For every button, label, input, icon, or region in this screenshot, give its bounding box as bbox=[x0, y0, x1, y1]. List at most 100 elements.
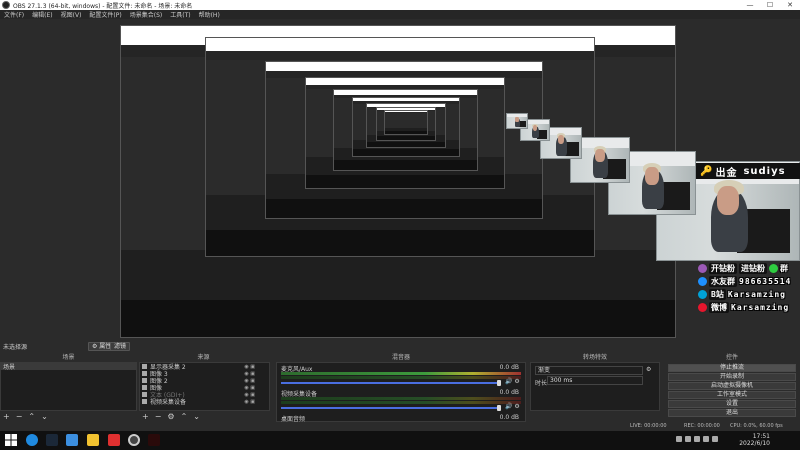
audio-meter bbox=[281, 401, 521, 404]
virtual-camera-button[interactable]: 启动虚拟摄像机 bbox=[668, 382, 796, 390]
steam-icon[interactable] bbox=[46, 434, 58, 446]
app-icon[interactable] bbox=[66, 434, 78, 446]
source-item[interactable]: 视频采集设备 ◉ ▣ bbox=[140, 398, 269, 406]
move-scene-down-button[interactable]: ⌄ bbox=[41, 412, 48, 421]
studio-mode-button[interactable]: 工作室模式 bbox=[668, 391, 796, 399]
menu-edit[interactable]: 编辑(E) bbox=[32, 10, 52, 19]
edge-icon[interactable] bbox=[26, 434, 38, 446]
status-bar: LIVE: 00:00:00 REC: 00:00:00 CPU: 0.0%, … bbox=[0, 422, 800, 431]
title-bar: OBS 27.1.3 (64-bit, windows) - 配置文件: 未命名… bbox=[0, 0, 800, 10]
transition-settings-icon[interactable]: ⚙ bbox=[646, 366, 651, 373]
fans-extra: 群 bbox=[780, 263, 789, 273]
tray-icon[interactable] bbox=[712, 436, 718, 442]
tray-icon[interactable] bbox=[703, 436, 709, 442]
windows-start-icon[interactable] bbox=[5, 434, 17, 446]
tray-icon[interactable] bbox=[676, 436, 682, 442]
volume-slider[interactable] bbox=[281, 407, 499, 409]
eye-icon[interactable]: ◉ ▣ bbox=[244, 371, 255, 377]
volume-slider[interactable] bbox=[281, 382, 499, 384]
folder-icon[interactable] bbox=[87, 434, 99, 446]
social-overlay: 开钻粉 进钻粉 群 水友群 986635514 B站 Karsamzing 微博… bbox=[698, 262, 800, 314]
eye-icon[interactable]: ◉ ▣ bbox=[244, 378, 255, 384]
sources-footer: + − ⚙ ⌃ ⌄ bbox=[139, 411, 203, 421]
bilibili-icon bbox=[698, 289, 707, 299]
unselected-source-label: 未选择源 bbox=[3, 344, 28, 351]
volume-knob[interactable] bbox=[497, 380, 501, 386]
menu-tools[interactable]: 工具(T) bbox=[170, 10, 190, 19]
weibo-value: Karsamzing bbox=[731, 302, 790, 312]
move-source-down-button[interactable]: ⌄ bbox=[193, 412, 200, 421]
social-row-qq: 水友群 986635514 bbox=[698, 275, 800, 287]
transitions-title: 转场特效 bbox=[582, 354, 607, 361]
menu-help[interactable]: 帮助(H) bbox=[199, 10, 220, 19]
audio-meter bbox=[281, 372, 521, 375]
key-icon: 🔑 bbox=[700, 165, 713, 177]
volume-knob[interactable] bbox=[497, 405, 501, 411]
scenes-title: 场景 bbox=[62, 354, 75, 361]
move-scene-up-button[interactable]: ⌃ bbox=[28, 412, 35, 421]
mixer-track-db: 0.0 dB bbox=[499, 389, 519, 396]
system-tray bbox=[673, 436, 718, 442]
qq-value: 986635514 bbox=[739, 276, 792, 286]
menu-view[interactable]: 视图(V) bbox=[61, 10, 82, 19]
weibo-label: 微博 bbox=[709, 301, 729, 313]
settings-button[interactable]: 设置 bbox=[668, 400, 796, 408]
maximize-button[interactable]: ☐ bbox=[760, 0, 780, 10]
app-red-icon[interactable] bbox=[108, 434, 120, 446]
add-source-button[interactable]: + bbox=[142, 412, 149, 421]
social-row-weibo: 微博 Karsamzing bbox=[698, 301, 800, 313]
webcam-feed bbox=[506, 113, 528, 129]
mixer-track-db: 0.0 dB bbox=[499, 414, 519, 421]
menu-scene-collection[interactable]: 场景集合(S) bbox=[130, 10, 163, 19]
minimize-button[interactable]: — bbox=[740, 0, 760, 10]
fans-icon bbox=[698, 263, 707, 273]
scenes-footer: + − ⌃ ⌄ bbox=[0, 411, 51, 421]
eye-icon[interactable]: ◉ ▣ bbox=[244, 399, 255, 405]
image-icon bbox=[142, 378, 147, 383]
tray-icon[interactable] bbox=[694, 436, 700, 442]
sources-list[interactable]: 显示器采集 2 ◉ ▣ 图像 3 ◉ ▣ 图像 2 ◉ ▣ 图像 ◉ ▣ 文本 (GDI… bbox=[139, 362, 270, 411]
start-recording-button[interactable]: 开始录制 bbox=[668, 373, 796, 381]
fans-value: 进钻粉 bbox=[739, 262, 767, 274]
audio-mixer: 麦克风/Aux 0.0 dB 🔊 ⚙ 视频采集设备 0.0 dB 🔊 ⚙ 桌面音… bbox=[276, 362, 526, 423]
filters-button[interactable]: 滤镜 bbox=[110, 342, 131, 351]
mixer-title: 混音器 bbox=[391, 354, 410, 361]
image-icon bbox=[142, 371, 147, 376]
menu-file[interactable]: 文件(F) bbox=[4, 10, 24, 19]
duration-input[interactable]: 300 ms bbox=[547, 376, 643, 385]
eye-icon[interactable]: ◉ ▣ bbox=[244, 392, 255, 398]
menu-profile[interactable]: 配置文件(P) bbox=[89, 10, 121, 19]
remove-source-button[interactable]: − bbox=[155, 412, 162, 421]
audio-meter bbox=[281, 397, 521, 400]
preview-canvas[interactable]: 🔑 出金 sudiys 开钻粉 进钻粉 群 水友群 986635514 B站 K… bbox=[0, 19, 800, 340]
move-source-up-button[interactable]: ⌃ bbox=[181, 412, 188, 421]
text-icon bbox=[142, 392, 147, 397]
monitor-icon bbox=[142, 364, 147, 369]
source-toolbar: 未选择源 ⚙ 属性 滤镜 bbox=[0, 341, 800, 352]
taskbar-clock[interactable]: 17:51 2022/6/10 bbox=[739, 433, 770, 447]
live-status: LIVE: 00:00:00 bbox=[630, 423, 667, 429]
remove-scene-button[interactable]: − bbox=[16, 412, 23, 421]
bilibili-value: Karsamzing bbox=[727, 289, 786, 299]
speaker-icon[interactable]: 🔊 ⚙ bbox=[505, 403, 520, 410]
eye-icon[interactable]: ◉ ▣ bbox=[244, 385, 255, 391]
obs-taskbar-icon[interactable] bbox=[128, 434, 140, 446]
cpu-status: CPU: 0.0%, 60.00 fps bbox=[730, 423, 783, 429]
source-settings-icon[interactable]: ⚙ bbox=[167, 412, 174, 421]
transition-select[interactable]: 渐变 bbox=[535, 366, 643, 375]
window-title: OBS 27.1.3 (64-bit, windows) - 配置文件: 未命名… bbox=[13, 2, 193, 10]
eye-icon[interactable]: ◉ ▣ bbox=[244, 364, 255, 370]
close-button[interactable]: ✕ bbox=[780, 0, 800, 10]
scenes-list[interactable]: 场景 bbox=[0, 362, 137, 411]
speaker-icon[interactable]: 🔊 ⚙ bbox=[505, 378, 520, 385]
camera-icon bbox=[142, 399, 147, 404]
add-scene-button[interactable]: + bbox=[3, 412, 10, 421]
app-dark-icon[interactable] bbox=[148, 434, 160, 446]
rec-status: REC: 00:00:00 bbox=[684, 423, 720, 429]
scene-item[interactable]: 场景 bbox=[1, 363, 136, 371]
sources-title: 来源 bbox=[197, 354, 210, 361]
tray-icon[interactable] bbox=[685, 436, 691, 442]
stop-streaming-button[interactable]: 停止推流 bbox=[668, 364, 796, 372]
exit-button[interactable]: 退出 bbox=[668, 409, 796, 417]
obs-logo-icon bbox=[2, 1, 10, 9]
